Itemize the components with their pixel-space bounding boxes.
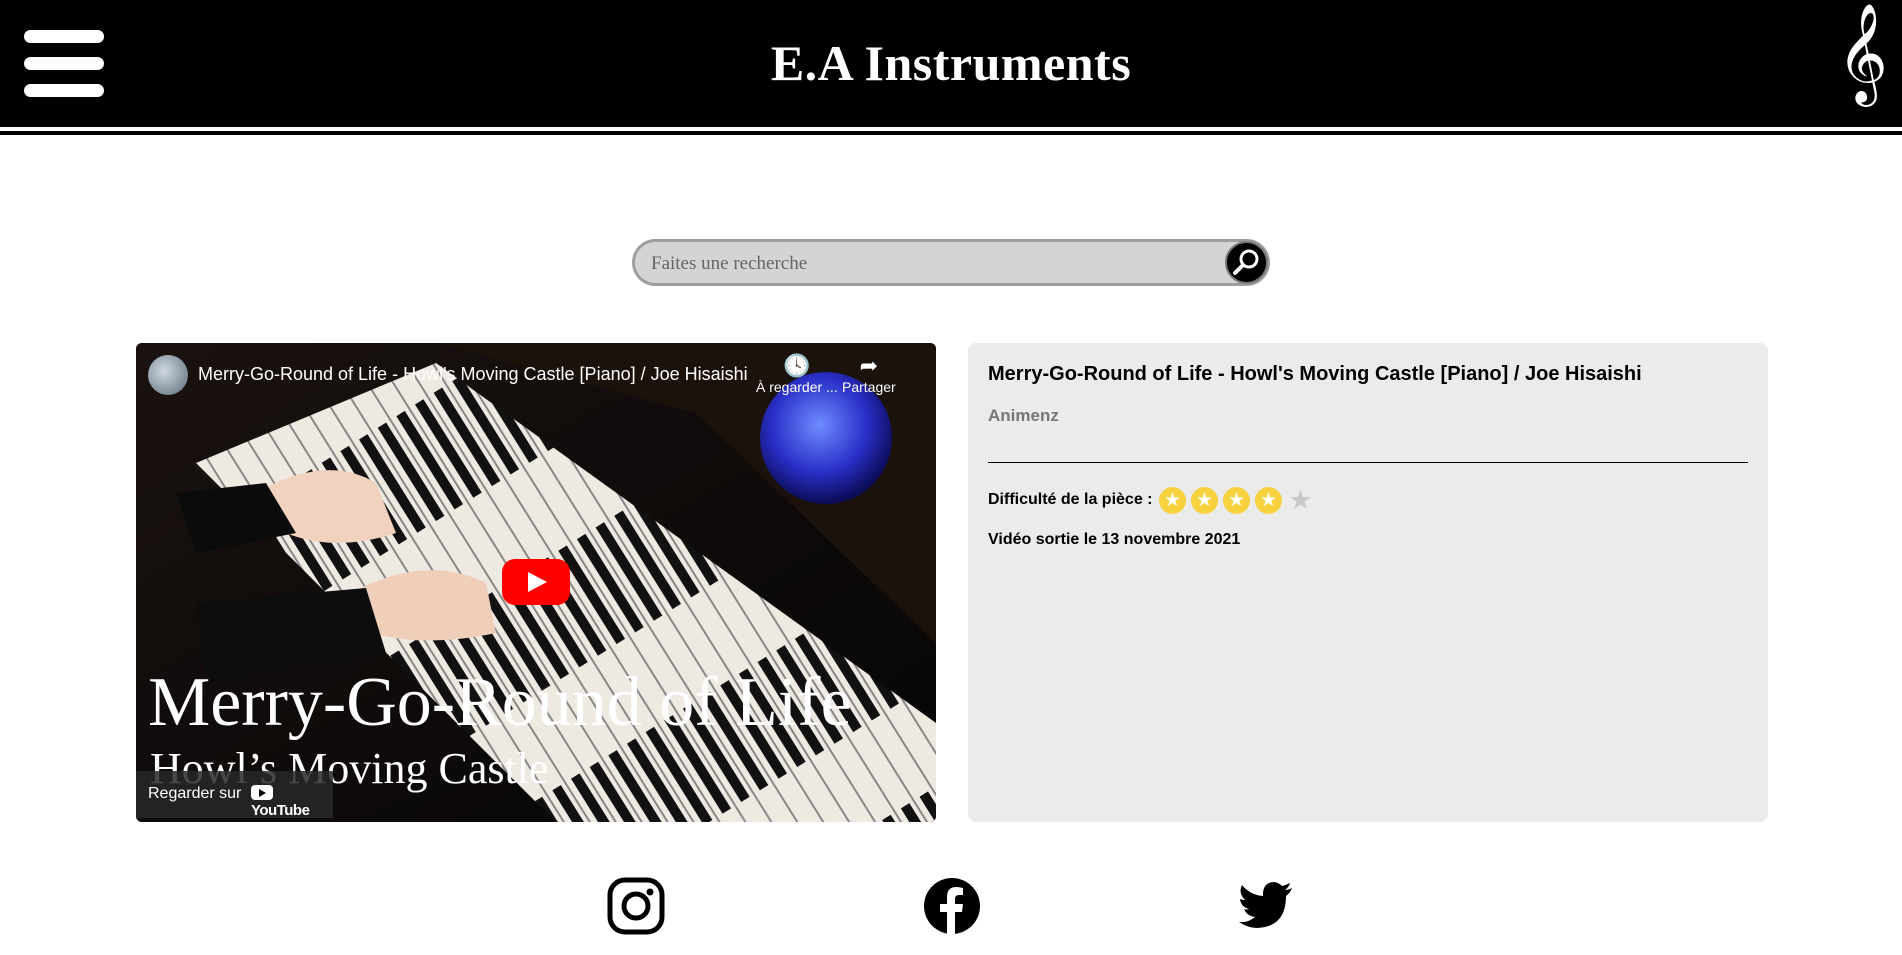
release-date: Vidéo sortie le 13 novembre 2021 [988, 531, 1241, 548]
difficulty-rating [1159, 487, 1319, 515]
clock-icon: 🕓 [783, 353, 811, 378]
video-title[interactable]: Merry-Go-Round of Life - Howl's Moving C… [198, 364, 748, 385]
youtube-icon [251, 785, 273, 800]
share-button[interactable]: ➦ Partager [842, 353, 896, 395]
watch-on-label: Regarder sur [148, 785, 242, 802]
share-label: Partager [842, 379, 896, 395]
share-icon: ➦ [859, 353, 879, 378]
watch-on-youtube-link[interactable]: Regarder sur YouTube [136, 771, 333, 819]
details-divider [988, 462, 1748, 463]
search-button[interactable] [1225, 241, 1268, 284]
twitter-icon[interactable] [1236, 876, 1296, 936]
site-title: E.A Instruments [770, 35, 1132, 91]
video-details-panel: Merry-Go-Round of Life - Howl's Moving C… [968, 343, 1768, 822]
thumbnail-title: Merry-Go-Round of Life [148, 664, 852, 741]
star-empty-icon [1287, 487, 1314, 514]
difficulty-label: Difficulté de la pièce : [988, 491, 1153, 508]
header-divider-under [0, 131, 1902, 135]
play-button[interactable] [502, 559, 570, 605]
details-title: Merry-Go-Round of Life - Howl's Moving C… [988, 363, 1642, 385]
star-icon [1255, 487, 1282, 514]
facebook-icon[interactable] [922, 876, 982, 936]
star-icon [1223, 487, 1250, 514]
star-icon [1191, 487, 1218, 514]
magnifier-icon [1233, 249, 1259, 275]
watch-later-button[interactable]: 🕓 À regarder ... [756, 353, 838, 395]
details-channel: Animenz [988, 406, 1059, 425]
search-input[interactable] [649, 248, 1193, 280]
youtube-logo: YouTube [251, 785, 333, 819]
video-player[interactable]: Merry-Go-Round of Life - Howl's Moving C… [136, 343, 936, 822]
instagram-icon[interactable] [606, 876, 666, 936]
star-icon [1159, 487, 1186, 514]
youtube-label: YouTube [251, 802, 310, 819]
watch-later-label: À regarder ... [756, 379, 838, 395]
site-header: E.A Instruments 𝄞 [0, 0, 1902, 131]
search-bar [632, 239, 1270, 286]
channel-avatar[interactable] [148, 355, 188, 395]
treble-clef-icon: 𝄞 [1837, 3, 1888, 103]
